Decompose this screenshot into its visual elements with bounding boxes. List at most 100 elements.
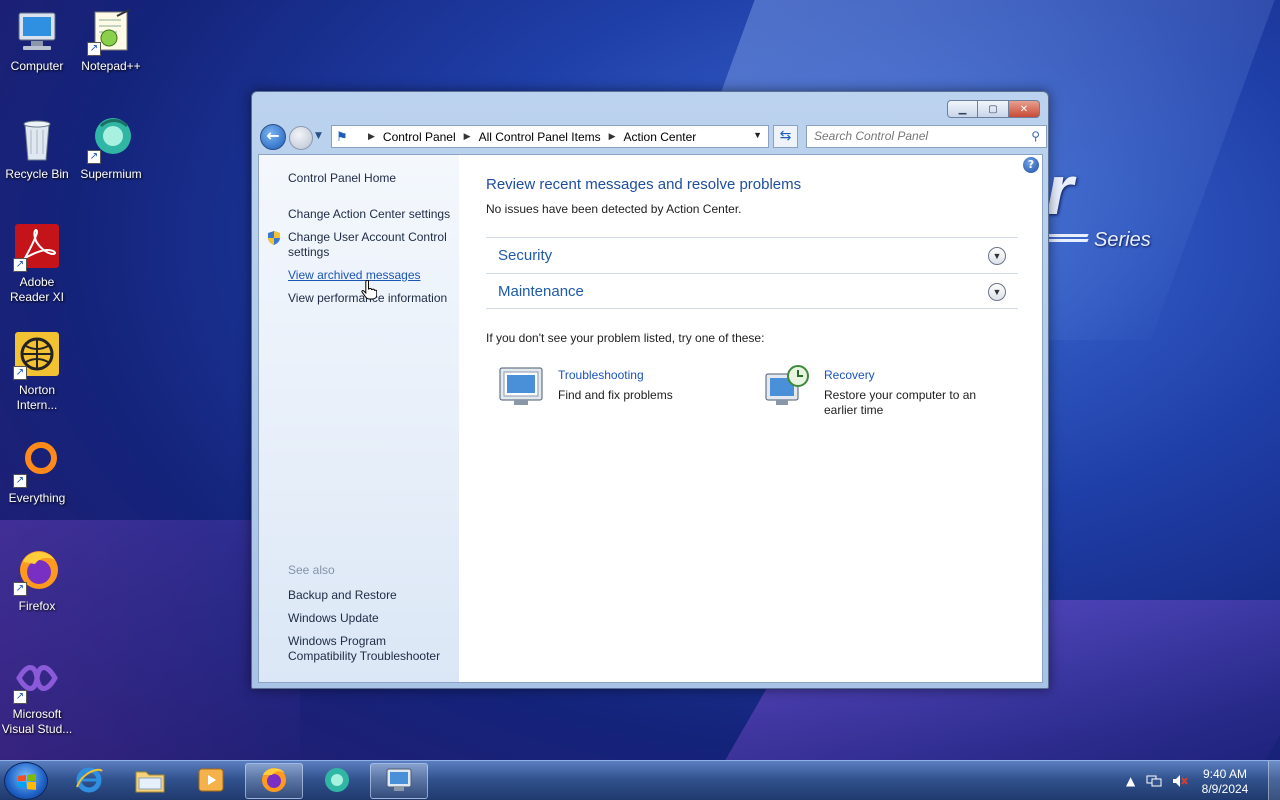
taskbar-file-explorer[interactable] [121, 763, 179, 799]
refresh-icon: ⇆ [779, 128, 792, 144]
show-hidden-icons-button[interactable]: ▲ [1126, 774, 1135, 788]
task-pane: Control Panel Home Change Action Center … [259, 155, 459, 682]
desktop-icon-label: Microsoft Visual Stud... [1, 707, 73, 736]
breadcrumb-separator-icon: ▶ [368, 131, 375, 141]
page-title: Review recent messages and resolve probl… [486, 176, 802, 193]
desktop-icon-everything[interactable]: ↗ Everything [0, 440, 74, 506]
internet-explorer-icon [74, 765, 104, 798]
backup-and-restore-link[interactable]: Backup and Restore [288, 588, 458, 603]
security-section-header[interactable]: Security ▼ [486, 237, 1018, 273]
forward-button[interactable] [289, 126, 313, 150]
expand-chevron-icon[interactable]: ▼ [988, 283, 1006, 301]
close-button[interactable]: ✕ [1009, 100, 1040, 118]
desktop-icon-recycle-bin[interactable]: Recycle Bin [0, 116, 74, 182]
back-button[interactable]: ← [260, 124, 286, 150]
breadcrumb-separator-icon[interactable]: ▶ [609, 131, 616, 142]
maintenance-section-header[interactable]: Maintenance ▼ [486, 273, 1018, 309]
desktop-icon-supermium[interactable]: ↗ Supermium [74, 116, 148, 182]
help-icon: ? [1027, 158, 1035, 171]
troubleshoot-hint: If you don't see your problem listed, tr… [486, 331, 765, 345]
main-pane: Review recent messages and resolve probl… [486, 155, 1026, 682]
desktop-icon-label: Notepad++ [81, 59, 141, 73]
search-placeholder: Search Control Panel [814, 129, 929, 143]
breadcrumb-all-items[interactable]: All Control Panel Items [479, 130, 601, 144]
chevron-up-icon: ▲ [1126, 774, 1136, 788]
recent-pages-dropdown[interactable]: ▼ [315, 131, 327, 143]
search-icon[interactable]: ⚲ [1031, 129, 1040, 143]
troubleshooting-link[interactable]: Troubleshooting [558, 368, 644, 382]
taskbar: ▲ 9:40 AM 8/9/2024 [0, 760, 1280, 800]
desktop-icon-notepadpp[interactable]: ↗ Notepad++ [74, 8, 148, 74]
desktop-icon-label: Supermium [80, 167, 142, 181]
see-also-heading: See also [288, 563, 335, 577]
maximize-icon: ▢ [988, 103, 998, 115]
taskbar-firefox[interactable] [245, 763, 303, 799]
firefox-icon: ↗ [13, 548, 61, 596]
desktop-icon-visual-studio[interactable]: ↗ Microsoft Visual Stud... [0, 656, 74, 737]
minimize-icon: ▁ [958, 103, 967, 115]
taskbar-supermium[interactable] [308, 763, 366, 799]
desktop-icon-label: Adobe Reader XI [9, 275, 65, 304]
desktop-icon-firefox[interactable]: ↗ Firefox [0, 548, 74, 614]
change-uac-settings-link[interactable]: Change User Account Control settings [288, 230, 458, 260]
computer-icon [13, 8, 61, 56]
breadcrumb-control-panel[interactable]: Control Panel [383, 130, 456, 144]
breadcrumb-separator-icon[interactable]: ▶ [464, 131, 471, 142]
visual-studio-icon: ↗ [13, 656, 61, 704]
minimize-button[interactable]: ▁ [947, 100, 978, 118]
desktop-icon-label: Firefox [18, 599, 56, 613]
firefox-icon [259, 765, 289, 798]
supermium-icon [322, 765, 352, 798]
shortcut-arrow-icon: ↗ [87, 42, 101, 56]
address-dropdown-icon[interactable]: ▼ [753, 130, 762, 140]
close-icon: ✕ [1019, 103, 1029, 115]
compatibility-troubleshooter-link[interactable]: Windows Program Compatibility Troublesho… [288, 634, 458, 664]
change-action-center-settings-link[interactable]: Change Action Center settings [288, 207, 458, 222]
desktop-icon-label: Recycle Bin [5, 167, 69, 181]
search-input[interactable]: Search Control Panel ⚲ [806, 125, 1047, 148]
shortcut-arrow-icon: ↗ [13, 366, 27, 380]
start-button[interactable] [4, 762, 48, 800]
show-desktop-button[interactable] [1268, 761, 1280, 800]
wallpaper-series-text: Series [1094, 229, 1151, 251]
media-player-icon [196, 766, 226, 797]
desktop-icon-norton[interactable]: ↗ Norton Intern... [0, 332, 74, 413]
action-center-flag-icon: ⚑ [336, 128, 348, 144]
desktop-icon-label: Norton Intern... [16, 383, 58, 412]
content-area: Control Panel Home Change Action Center … [258, 154, 1043, 683]
shortcut-arrow-icon: ↗ [13, 690, 27, 704]
desktop-icon-adobe-reader[interactable]: ↗ Adobe Reader XI [0, 224, 74, 305]
system-clock[interactable]: 9:40 AM 8/9/2024 [1190, 767, 1260, 797]
uac-shield-icon [266, 230, 282, 246]
desktop-icon-label: Computer [10, 59, 64, 73]
section-label: Maintenance [498, 283, 584, 300]
adobe-reader-icon: ↗ [13, 224, 61, 272]
breadcrumb-action-center[interactable]: Action Center [624, 130, 697, 144]
recovery-icon[interactable] [764, 364, 812, 408]
control-panel-icon [384, 766, 414, 797]
expand-chevron-icon[interactable]: ▼ [988, 247, 1006, 265]
network-icon[interactable] [1146, 774, 1162, 791]
wallpaper-logo-text: r [1046, 151, 1074, 229]
desktop-icon-label: Everything [8, 491, 66, 505]
volume-muted-icon[interactable] [1172, 774, 1188, 791]
windows-update-link[interactable]: Windows Update [288, 611, 458, 626]
refresh-button[interactable]: ⇆ [773, 125, 798, 148]
recovery-link[interactable]: Recovery [824, 368, 875, 382]
maximize-button[interactable]: ▢ [978, 100, 1009, 118]
taskbar-internet-explorer[interactable] [60, 763, 118, 799]
action-center-window: ▁ ▢ ✕ ← ▼ ⚑ ▶ Control Panel ▶ All Contro… [251, 91, 1049, 689]
wallpaper-logo-lines [1047, 234, 1089, 248]
control-panel-home-link[interactable]: Control Panel Home [288, 171, 458, 186]
window-controls: ▁ ▢ ✕ [947, 100, 1040, 118]
troubleshooting-icon[interactable] [498, 364, 546, 408]
taskbar-control-panel[interactable] [370, 763, 428, 799]
desktop-icon-computer[interactable]: Computer [0, 8, 74, 74]
navigation-bar: ← ▼ ⚑ ▶ Control Panel ▶ All Control Pane… [258, 124, 1047, 150]
address-bar[interactable]: ⚑ ▶ Control Panel ▶ All Control Panel It… [331, 125, 769, 148]
notepadpp-icon: ↗ [87, 8, 135, 56]
status-message: No issues have been detected by Action C… [486, 202, 742, 216]
recovery-description: Restore your computer to an earlier time [824, 388, 977, 417]
taskbar-media-player[interactable] [182, 763, 240, 799]
folder-icon [134, 766, 166, 797]
